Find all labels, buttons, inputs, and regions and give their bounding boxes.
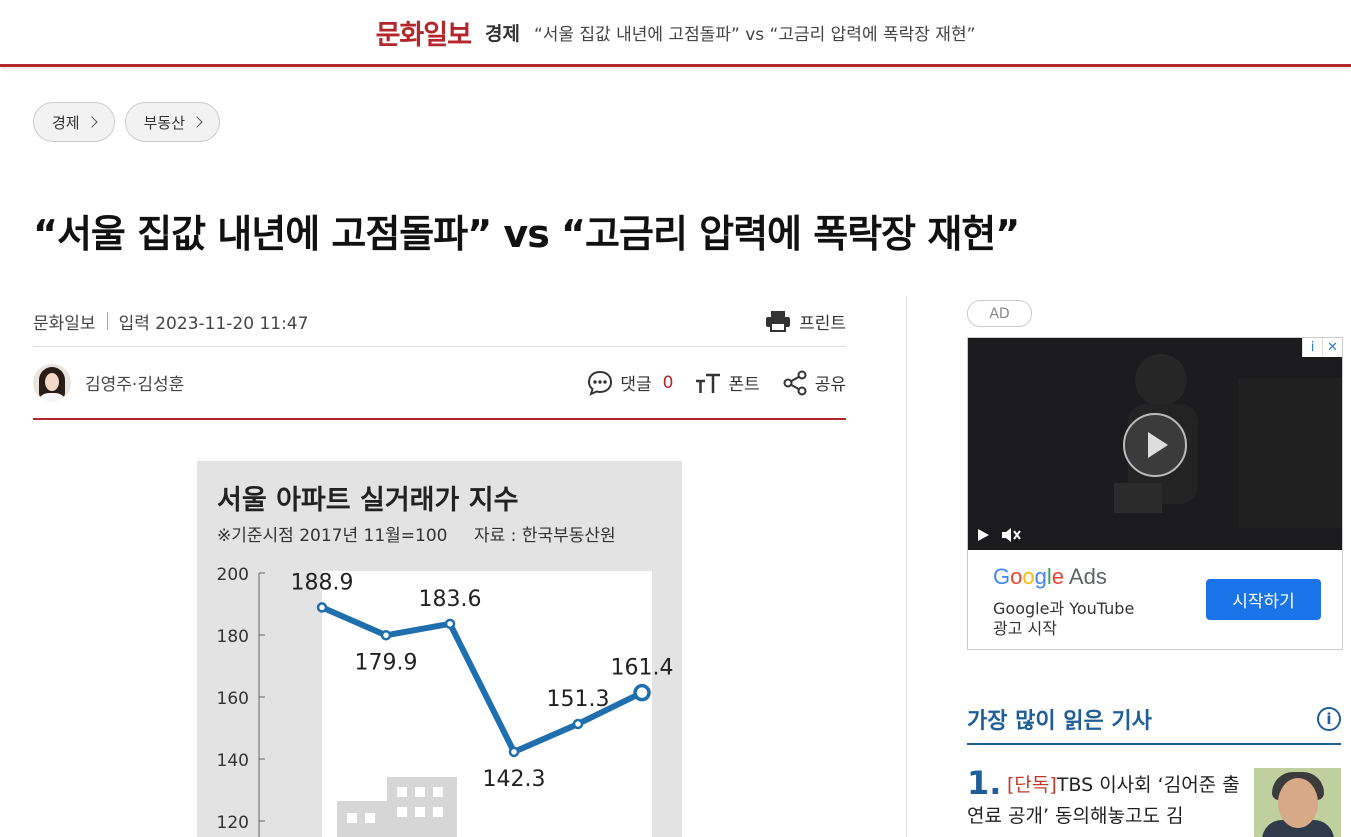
data-label: 183.6 [419,587,482,612]
chart-source: 자료 : 한국부동산원 [474,526,616,546]
font-size-icon [696,373,721,393]
breadcrumb-economy[interactable]: 경제 [33,102,115,142]
data-point [508,746,520,758]
ad-tag: AD [967,300,1032,327]
chevron-right-icon [85,116,98,128]
share-label: 공유 [814,375,846,395]
data-point [380,630,392,641]
reporter-avatar [33,363,71,402]
article-tools: 댓글 0 폰트 공유 [587,370,846,396]
share-icon [783,370,807,395]
byline: 김영주·김성훈 댓글 0 폰트 공유 [33,347,846,420]
most-read-title: 가장 많이 읽은 기사 [967,708,1152,734]
breadcrumb-real-estate[interactable]: 부동산 [124,102,221,142]
data-label: 188.9 [291,570,354,595]
ad-info-icon[interactable]: i [1302,338,1322,357]
chart-note: ※기준시점 2017년 11월=100 [217,526,447,546]
y-axis-ticks: 200 180 160 140 120 [217,565,265,833]
print-button[interactable]: 프린트 [765,309,846,334]
chevron-right-icon [191,116,203,128]
y-tick-label: 140 [217,751,249,771]
breadcrumb-label: 부동산 [143,113,186,132]
comment-label: 댓글 [620,375,652,395]
article-tag: [단독] [1007,774,1057,796]
data-point [444,618,456,630]
top-header: 문화일보 경제 “서울 집값 내년에 고점돌파” vs “고금리 압력에 폭락장… [0,0,1351,67]
article-meta: 문화일보 입력 2023-11-20 11:47 프린트 [33,296,846,347]
data-point [316,602,328,613]
article-headline: “서울 집값 내년에 고점돌파” vs “고금리 압력에 폭락장 재현” [33,212,1020,257]
reporter-names[interactable]: 김영주·김성훈 [85,370,184,395]
info-icon[interactable]: i [1317,706,1341,731]
article-title[interactable]: [단독]TBS 이사회 ‘김어준 출연료 공개’ 동의해놓고도 김 [967,770,1243,832]
y-tick-label: 160 [217,689,249,709]
ad-banner[interactable]: i ✕ Google Ads Google과 YouTube 광고 시작 시작하… [967,337,1343,650]
ad-badges: i ✕ [1302,338,1342,357]
header-article-title: “서울 집값 내년에 고점돌파” vs “고금리 압력에 폭락장 재현” [533,24,976,45]
y-tick-label: 200 [217,565,249,585]
breadcrumb-label: 경제 [52,113,80,132]
ad-start-button[interactable]: 시작하기 [1206,579,1321,620]
article-thumbnail[interactable] [1254,768,1341,837]
section-label[interactable]: 경제 [485,19,520,46]
comment-count: 0 [662,372,674,393]
comment-button[interactable]: 댓글 0 [587,370,673,396]
site-logo[interactable]: 문화일보 [376,13,472,52]
share-button[interactable]: 공유 [782,370,846,396]
play-icon[interactable] [1123,413,1187,477]
breadcrumb: 경제 부동산 [33,102,221,142]
data-label: 142.3 [483,767,546,792]
y-tick-label: 180 [217,627,249,647]
ad-footer: Google Ads Google과 YouTube 광고 시작 시작하기 [968,550,1342,649]
chart: 서울 아파트 실거래가 지수 ※기준시점 2017년 11월=100 자료 : … [217,485,674,837]
data-label: 179.9 [355,650,418,675]
ad-copy-line2: 광고 시작 [993,619,1057,638]
ad-video[interactable]: i ✕ [968,338,1342,550]
mute-icon[interactable] [1000,526,1022,544]
google-ads-logo: Google Ads [993,564,1107,589]
column-divider [906,296,907,837]
article-figure: 서울 아파트 실거래가 지수 ※기준시점 2017년 11월=100 자료 : … [197,461,682,837]
print-label: 프린트 [799,313,846,334]
data-point [633,683,651,702]
data-label: 161.4 [611,656,674,681]
comment-icon [588,370,613,396]
ad-close-icon[interactable]: ✕ [1322,338,1342,357]
font-size-button[interactable]: 폰트 [695,370,760,395]
data-point [572,718,584,730]
list-item[interactable]: 1. [단독]TBS 이사회 ‘김어준 출연료 공개’ 동의해놓고도 김 [967,764,1341,837]
y-tick-label: 120 [217,813,249,833]
video-controls [976,526,1022,544]
data-label: 151.3 [547,687,610,712]
play-small-icon[interactable] [976,528,990,542]
source-name: 문화일보 [33,313,96,334]
publish-date: 입력 2023-11-20 11:47 [118,313,309,334]
printer-icon [766,311,791,332]
most-read-header: 가장 많이 읽은 기사 i [967,694,1341,745]
chart-title: 서울 아파트 실거래가 지수 [217,485,518,516]
divider [106,312,108,330]
font-label: 폰트 [728,375,760,395]
